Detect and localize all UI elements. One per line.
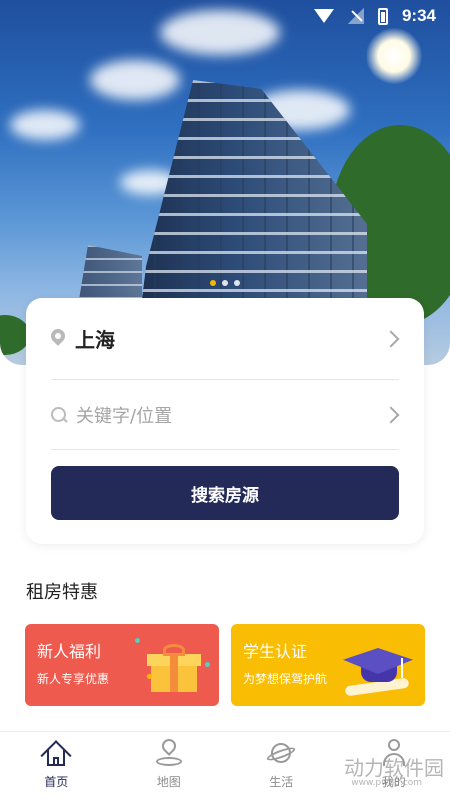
city-selector[interactable]: 上海 [51, 298, 400, 380]
carousel-dots [0, 280, 450, 286]
nav-label: 地图 [156, 775, 181, 789]
sun [366, 28, 422, 84]
status-time: 9:34 [401, 6, 436, 25]
search-icon [51, 406, 67, 423]
wifi-icon [313, 9, 334, 23]
nav-item-home[interactable]: 首页 [0, 732, 112, 800]
planet-icon [265, 739, 297, 767]
chevron-right-icon [382, 406, 400, 423]
chevron-right-icon [382, 330, 400, 347]
carousel-dot[interactable] [222, 280, 228, 286]
no-signal-icon [347, 8, 364, 24]
city-label: 上海 [75, 328, 115, 352]
status-bar: 9:34 [0, 0, 450, 32]
confetti [205, 662, 210, 667]
cloud [90, 60, 180, 100]
battery-charging-icon [377, 7, 388, 25]
watermark-url: www.pw88.com [351, 778, 422, 788]
cloud [10, 110, 80, 140]
home-icon [40, 739, 72, 772]
app-screen: 9:34 上海 关键字/位置 搜索房源 租房特惠 新人福利 新人专享优惠 学生认… [0, 0, 450, 800]
graduation-cap-icon [339, 644, 419, 698]
section-title: 租房特惠 [26, 582, 98, 603]
search-card: 上海 关键字/位置 搜索房源 [26, 298, 424, 544]
nav-label: 生活 [269, 775, 294, 789]
location-pin-icon [51, 329, 65, 349]
promo-card-newcomer[interactable]: 新人福利 新人专享优惠 [25, 624, 219, 706]
confetti [135, 638, 140, 643]
keyword-placeholder: 关键字/位置 [76, 405, 173, 427]
nav-item-life[interactable]: 生活 [225, 732, 337, 800]
map-icon [155, 736, 183, 767]
confetti [147, 674, 152, 679]
carousel-dot-active[interactable] [210, 280, 216, 286]
keyword-search-field[interactable]: 关键字/位置 [51, 380, 400, 450]
search-listings-button[interactable]: 搜索房源 [51, 466, 399, 520]
nav-item-map[interactable]: 地图 [113, 732, 225, 800]
nav-label: 首页 [44, 775, 69, 789]
promo-card-student[interactable]: 学生认证 为梦想保驾护航 [231, 624, 425, 706]
gift-icon [147, 644, 201, 692]
watermark: 动力软件园 [344, 756, 444, 780]
carousel-dot[interactable] [234, 280, 240, 286]
